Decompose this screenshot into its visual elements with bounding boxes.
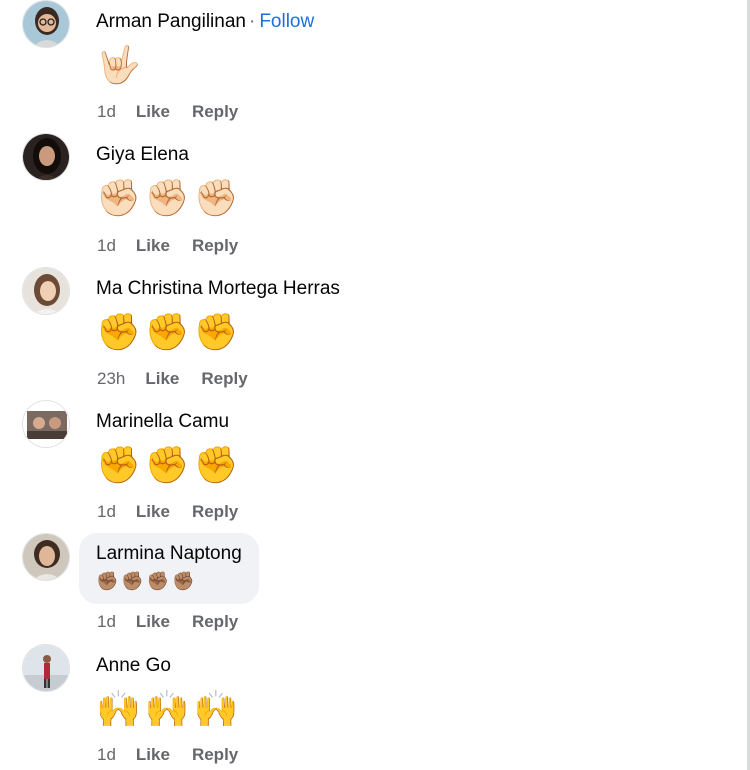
love-you-gesture-emoji: 🤟🏻 (96, 44, 141, 85)
comment-actions: 1d Like Reply (97, 102, 238, 122)
avatar-person-standing-icon (23, 645, 69, 691)
comment-text: ✊🏻 ✊🏻 ✊🏻 (96, 173, 238, 223)
raised-fist-emoji: ✊ (144, 311, 190, 352)
author-row: Ma Christina Mortega Herras (96, 277, 340, 301)
timestamp[interactable]: 1d (97, 102, 116, 121)
timestamp[interactable]: 1d (97, 612, 116, 631)
author-row: Larmina Naptong (96, 542, 242, 566)
reply-button[interactable]: Reply (201, 369, 247, 388)
comment-text: 🤟🏻 (96, 40, 314, 90)
raised-fist-emoji: ✊ (193, 311, 239, 352)
raised-fist-emoji: ✊🏽 (172, 571, 195, 591)
raised-fist-emoji: ✊🏽 (146, 571, 170, 591)
avatar-woman-dark-hair-icon (23, 134, 69, 180)
timestamp[interactable]: 1d (97, 236, 116, 255)
comment-actions: 1d Like Reply (97, 502, 238, 522)
avatar[interactable] (22, 0, 70, 48)
raised-fist-emoji: ✊ (144, 444, 190, 485)
raised-fist-emoji: ✊ (96, 311, 141, 352)
reply-button[interactable]: Reply (192, 745, 238, 764)
comment-text: ✊ ✊ ✊ (96, 307, 340, 357)
raised-fist-emoji: ✊🏻 (144, 177, 190, 218)
author-row: Giya Elena (96, 143, 238, 167)
avatar-woman-light-icon (23, 268, 69, 314)
comment-body: Ma Christina Mortega Herras ✊ ✊ ✊ (96, 277, 340, 357)
comment-actions: 1d Like Reply (97, 236, 238, 256)
like-button[interactable]: Like (136, 102, 170, 121)
raising-hands-emoji: 🙌 (144, 688, 190, 729)
reply-button[interactable]: Reply (192, 502, 238, 521)
comment-body: Giya Elena ✊🏻 ✊🏻 ✊🏻 (96, 143, 238, 223)
raising-hands-emoji: 🙌 (96, 688, 141, 729)
timestamp[interactable]: 23h (97, 369, 125, 388)
like-button[interactable]: Like (136, 236, 170, 255)
like-button[interactable]: Like (136, 612, 170, 631)
follow-link[interactable]: Follow (259, 11, 314, 32)
avatar[interactable] (22, 533, 70, 581)
author-name[interactable]: Anne Go (96, 655, 171, 676)
avatar[interactable] (22, 400, 70, 448)
author-name[interactable]: Larmina Naptong (96, 543, 242, 564)
avatar-woman-portrait-icon (23, 534, 69, 580)
author-row: Anne Go (96, 654, 238, 678)
timestamp[interactable]: 1d (97, 502, 116, 521)
comment-text: 🙌 🙌 🙌 (96, 684, 238, 734)
raised-fist-emoji: ✊ (96, 444, 141, 485)
author-row: Marinella Camu (96, 410, 238, 434)
separator-dot: · (248, 11, 256, 32)
comment-actions: 23h Like Reply (97, 369, 248, 389)
author-name[interactable]: Arman Pangilinan (96, 11, 246, 32)
avatar[interactable] (22, 133, 70, 181)
raised-fist-emoji: ✊🏻 (193, 177, 239, 218)
raised-fist-emoji: ✊ (193, 444, 239, 485)
like-button[interactable]: Like (136, 745, 170, 764)
comment-body: Arman Pangilinan · Follow 🤟🏻 (96, 10, 314, 90)
raising-hands-emoji: 🙌 (193, 688, 239, 729)
timestamp[interactable]: 1d (97, 745, 116, 764)
avatar-woman-glasses-icon (23, 1, 69, 47)
raised-fist-emoji: ✊🏽 (121, 571, 144, 591)
raised-fist-emoji: ✊🏻 (96, 177, 141, 218)
author-name[interactable]: Giya Elena (96, 144, 189, 165)
comment-body: Marinella Camu ✊ ✊ ✊ (96, 410, 238, 490)
avatar[interactable] (22, 644, 70, 692)
like-button[interactable]: Like (136, 502, 170, 521)
reply-button[interactable]: Reply (192, 102, 238, 121)
reply-button[interactable]: Reply (192, 612, 238, 631)
comment-bubble: Larmina Naptong ✊🏽 ✊🏽 ✊🏽 ✊🏽 (79, 533, 259, 604)
comment-body: Anne Go 🙌 🙌 🙌 (96, 654, 238, 734)
comment-actions: 1d Like Reply (97, 612, 238, 632)
comment-actions: 1d Like Reply (97, 745, 238, 765)
comment-text: ✊ ✊ ✊ (96, 440, 238, 490)
author-row: Arman Pangilinan · Follow (96, 10, 314, 34)
comment-text: ✊🏽 ✊🏽 ✊🏽 ✊🏽 (96, 568, 242, 594)
author-name[interactable]: Marinella Camu (96, 411, 229, 432)
like-button[interactable]: Like (145, 369, 179, 388)
avatar-group-photo-icon (23, 401, 69, 447)
reply-button[interactable]: Reply (192, 236, 238, 255)
avatar[interactable] (22, 267, 70, 315)
author-name[interactable]: Ma Christina Mortega Herras (96, 278, 340, 299)
raised-fist-emoji: ✊🏽 (96, 571, 119, 591)
